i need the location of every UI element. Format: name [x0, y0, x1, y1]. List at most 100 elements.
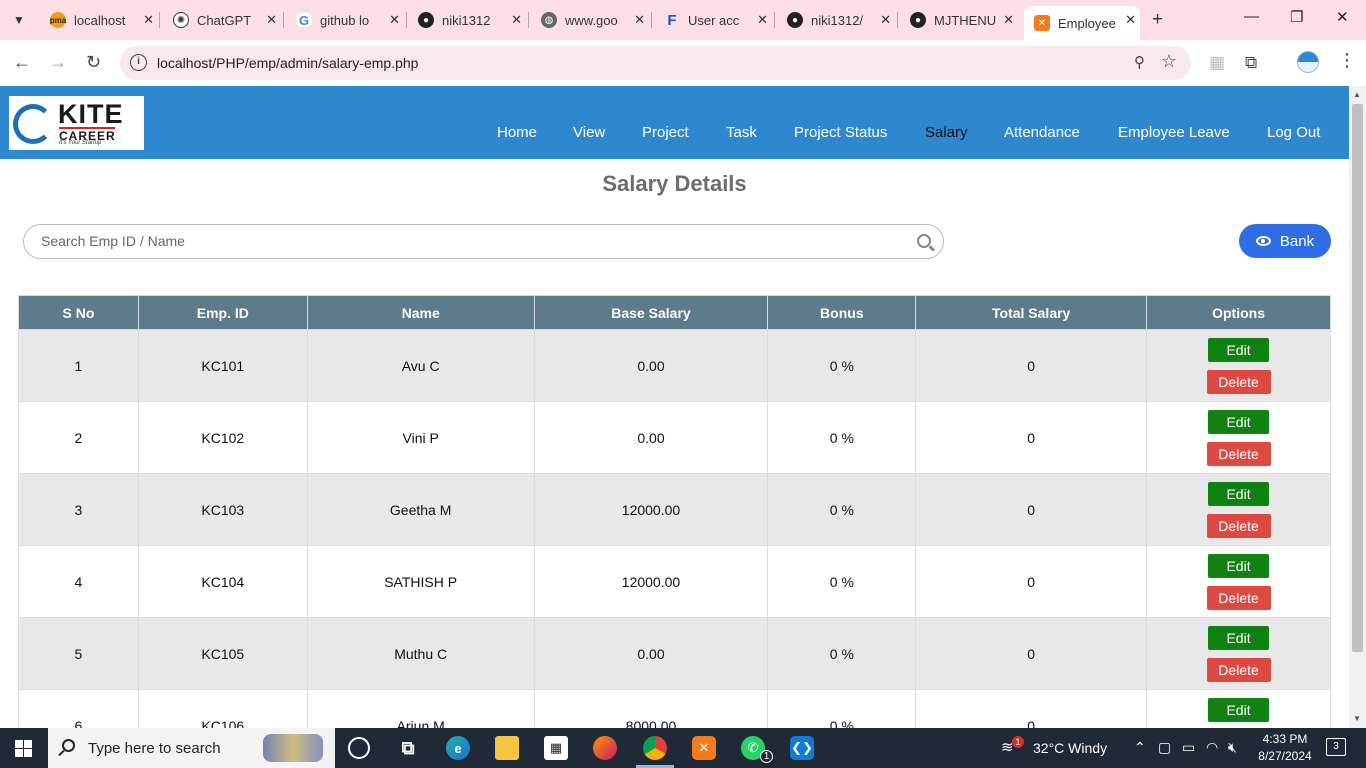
- zoom-icon[interactable]: ⚲: [1134, 53, 1145, 71]
- chrome-icon[interactable]: [643, 736, 667, 760]
- close-tab-icon[interactable]: ✕: [634, 12, 645, 28]
- nav-log-out[interactable]: Log Out: [1267, 124, 1320, 141]
- cell-options: Edit Delete: [1146, 329, 1331, 402]
- nav-task[interactable]: Task: [726, 124, 757, 141]
- edit-button[interactable]: Edit: [1208, 481, 1270, 506]
- nav-project[interactable]: Project: [642, 124, 689, 141]
- bookmark-star-icon[interactable]: ☆: [1161, 51, 1177, 72]
- browser-menu-icon[interactable]: ⋮: [1338, 50, 1356, 71]
- close-window-icon[interactable]: ✕: [1336, 8, 1349, 26]
- salary-table: S No Emp. ID Name Base Salary Bonus Tota…: [18, 295, 1331, 728]
- tab-niki1312-repo[interactable]: ● niki1312/ ✕: [777, 6, 895, 34]
- wifi-icon[interactable]: ◠: [1206, 739, 1218, 756]
- back-icon[interactable]: ←: [13, 52, 31, 73]
- scrollbar-thumb[interactable]: [1352, 104, 1363, 652]
- chevron-up-icon[interactable]: ⌃: [1134, 739, 1146, 756]
- bank-button[interactable]: Bank: [1239, 224, 1331, 258]
- weather-text[interactable]: 32°C Windy: [1033, 740, 1107, 756]
- edit-button[interactable]: Edit: [1208, 553, 1270, 578]
- cell-base-salary: 8000.00: [533, 689, 769, 728]
- extension-puzzle-grey-icon[interactable]: ▦: [1209, 53, 1225, 73]
- tab-github-login[interactable]: G github lo ✕: [286, 6, 404, 34]
- close-tab-icon[interactable]: ✕: [1125, 12, 1136, 28]
- nav-employee-leave[interactable]: Employee Leave: [1118, 124, 1230, 141]
- delete-button[interactable]: Delete: [1206, 369, 1271, 394]
- cell-name: Avu C: [306, 329, 535, 402]
- tab-label: MJTHENU: [934, 12, 997, 28]
- windows-start-icon[interactable]: [15, 740, 32, 757]
- tab-www-google[interactable]: ◍ www.goo ✕: [531, 6, 649, 34]
- delete-button[interactable]: Delete: [1206, 657, 1271, 682]
- reload-icon[interactable]: ↻: [86, 52, 101, 73]
- close-tab-icon[interactable]: ✕: [266, 12, 277, 28]
- browser-toolbar: ← → ↻ i localhost/PHP/emp/admin/salary-e…: [0, 40, 1366, 86]
- delete-button[interactable]: Delete: [1206, 441, 1271, 466]
- taskbar-search[interactable]: Type here to search: [48, 728, 335, 768]
- table-row: 5 KC105 Muthu C 0.00 0 % 0 Edit Delete: [18, 617, 1331, 690]
- new-tab-button[interactable]: +: [1152, 9, 1163, 31]
- scroll-up-icon[interactable]: ▲: [1353, 90, 1361, 99]
- close-tab-icon[interactable]: ✕: [389, 12, 400, 28]
- edit-button[interactable]: Edit: [1208, 697, 1270, 722]
- url-text[interactable]: localhost/PHP/emp/admin/salary-emp.php: [157, 55, 418, 71]
- task-view-icon[interactable]: ⧉: [396, 736, 420, 760]
- search-icon: [62, 739, 75, 752]
- firefox-icon[interactable]: [593, 736, 617, 760]
- close-tab-icon[interactable]: ✕: [757, 12, 768, 28]
- col-sno: S No: [18, 295, 139, 330]
- profile-avatar[interactable]: [1297, 51, 1319, 73]
- tab-search-dropdown-icon[interactable]: ▼: [6, 8, 32, 32]
- xampp-icon[interactable]: ✕: [692, 736, 716, 760]
- vscode-icon[interactable]: ❮❯: [790, 736, 814, 760]
- logo-mark-icon: [13, 104, 53, 144]
- nav-view[interactable]: View: [573, 124, 605, 141]
- meet-now-icon[interactable]: ▢: [1158, 739, 1171, 756]
- edit-button[interactable]: Edit: [1208, 337, 1270, 362]
- site-info-icon[interactable]: i: [130, 54, 147, 71]
- microsoft-store-icon[interactable]: ▦: [544, 736, 568, 760]
- cortana-icon[interactable]: [348, 737, 370, 759]
- chatgpt-icon: ✺: [173, 12, 189, 28]
- scroll-down-icon[interactable]: ▼: [1353, 714, 1361, 723]
- file-explorer-icon[interactable]: [495, 736, 519, 760]
- minimize-icon[interactable]: —: [1244, 8, 1259, 25]
- restore-icon[interactable]: ❐: [1290, 8, 1303, 26]
- notification-center-icon[interactable]: 3: [1326, 738, 1346, 756]
- tab-chatgpt[interactable]: ✺ ChatGPT ✕: [163, 6, 281, 34]
- nav-home[interactable]: Home: [497, 124, 537, 141]
- nav-attendance[interactable]: Attendance: [1004, 124, 1080, 141]
- tab-employee-active[interactable]: ✕ Employee ✕: [1024, 6, 1140, 40]
- edit-button[interactable]: Edit: [1208, 409, 1270, 434]
- weather-badge: 1: [1012, 736, 1024, 748]
- system-clock[interactable]: 4:33 PM 8/27/2024: [1256, 731, 1314, 765]
- tab-label: niki1312/: [811, 12, 864, 28]
- cell-total-salary: 0: [915, 617, 1148, 690]
- volume-muted-icon[interactable]: 🔇︎: [1228, 739, 1237, 756]
- nav-salary[interactable]: Salary: [925, 124, 968, 141]
- close-tab-icon[interactable]: ✕: [880, 12, 891, 28]
- search-box[interactable]: [23, 224, 944, 259]
- notification-count: 3: [1333, 741, 1339, 752]
- edit-button[interactable]: Edit: [1208, 625, 1270, 650]
- tab-user-account[interactable]: F User acc ✕: [654, 6, 772, 34]
- delete-button[interactable]: Delete: [1206, 513, 1271, 538]
- close-tab-icon[interactable]: ✕: [143, 12, 154, 28]
- battery-icon[interactable]: ▭: [1182, 739, 1195, 756]
- table-row: 3 KC103 Geetha M 12000.00 0 % 0 Edit Del…: [18, 473, 1331, 546]
- tab-localhost[interactable]: pma localhost ✕: [40, 6, 158, 34]
- close-tab-icon[interactable]: ✕: [1003, 12, 1014, 28]
- extensions-icon[interactable]: ⧉: [1245, 53, 1257, 73]
- delete-button[interactable]: Delete: [1206, 585, 1271, 610]
- tab-mjthenu[interactable]: ● MJTHENU ✕: [900, 6, 1018, 34]
- page-scrollbar[interactable]: ▲ ▼: [1349, 86, 1366, 728]
- search-input[interactable]: [41, 233, 901, 249]
- kite-career-logo[interactable]: KITE CAREER It's Your Startup: [9, 96, 144, 150]
- tab-niki1312[interactable]: ● niki1312 ✕: [408, 6, 526, 34]
- address-bar[interactable]: i localhost/PHP/emp/admin/salary-emp.php…: [120, 46, 1191, 80]
- edge-icon[interactable]: e: [446, 736, 470, 760]
- nav-project-status[interactable]: Project Status: [794, 124, 887, 141]
- close-tab-icon[interactable]: ✕: [511, 12, 522, 28]
- search-icon[interactable]: [917, 234, 931, 248]
- cell-total-salary: 0: [915, 329, 1148, 402]
- forward-icon[interactable]: →: [49, 52, 67, 73]
